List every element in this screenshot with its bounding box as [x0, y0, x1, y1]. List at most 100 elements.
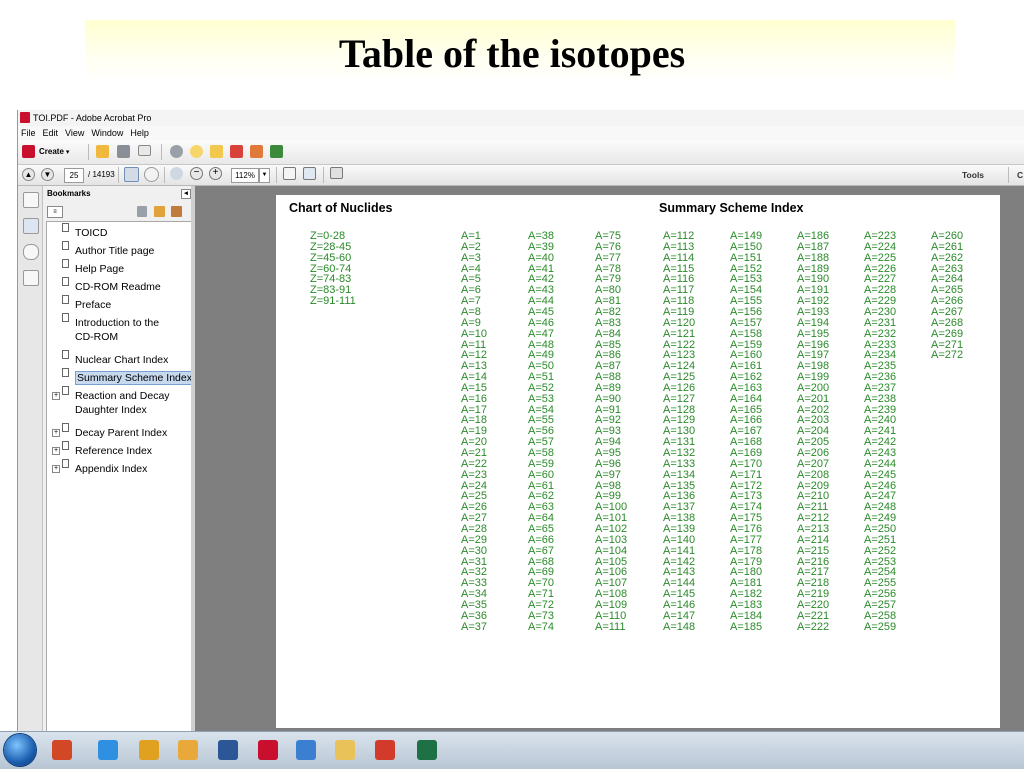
bookmark-item[interactable]: Author Title page	[62, 241, 154, 258]
cursor-arrow-icon	[124, 167, 139, 182]
z-range-link[interactable]: Z=91-111	[310, 296, 356, 307]
taskbar-app-button[interactable]	[291, 736, 321, 764]
sticky-note-button[interactable]	[210, 145, 223, 158]
mass-number-link[interactable]: A=222	[797, 621, 829, 633]
open-button[interactable]	[96, 145, 109, 158]
taskbar-app-button[interactable]	[253, 736, 283, 764]
tools-pane-button[interactable]: Tools	[962, 168, 984, 182]
acrobat-window: TOI.PDF - Adobe Acrobat Pro File Edit View…	[17, 110, 1024, 768]
speech-bubble-icon	[190, 145, 203, 158]
taskbar-app-button[interactable]	[173, 736, 203, 764]
comment-pane-button[interactable]: C	[1017, 168, 1023, 182]
fit-width-button[interactable]	[283, 167, 296, 180]
bookmark-label-continued: Daughter Index	[75, 404, 147, 416]
menu-help[interactable]: Help	[130, 128, 149, 138]
mass-number-link[interactable]: A=84	[595, 328, 621, 340]
trash-icon[interactable]	[137, 206, 147, 217]
fit-width-icon	[283, 167, 296, 180]
zoom-marquee-button[interactable]	[170, 167, 183, 180]
export-button[interactable]	[250, 145, 263, 158]
bookmark-label: Reference Index	[75, 445, 153, 457]
bookmark-item[interactable]: CD-ROM Readme	[62, 277, 161, 294]
mass-number-link[interactable]: A=272	[931, 350, 963, 361]
bookmark-item[interactable]: Help Page	[62, 259, 124, 276]
chart-of-nuclides-heading: Chart of Nuclides	[289, 201, 393, 215]
bookmark-item[interactable]: + Appendix Index	[52, 459, 147, 476]
mass-number-link[interactable]: A=148	[663, 621, 695, 633]
pdf-action-button[interactable]	[230, 145, 243, 158]
bookmark-item[interactable]: Nuclear Chart Index	[62, 350, 168, 367]
mass-number-link[interactable]: A=252	[864, 545, 896, 557]
print-button[interactable]	[117, 145, 130, 158]
new-bookmark-icon[interactable]	[154, 206, 165, 217]
mass-number-link[interactable]: A=30	[461, 545, 487, 557]
page-number-input[interactable]: 25	[64, 168, 84, 183]
mass-number-link[interactable]: A=104	[595, 545, 627, 557]
expand-plus-icon[interactable]: +	[52, 429, 60, 437]
email-button[interactable]	[138, 145, 151, 156]
mass-number-link[interactable]: A=121	[663, 328, 695, 340]
expand-plus-icon[interactable]: +	[52, 447, 60, 455]
mass-number-link[interactable]: A=259	[864, 621, 896, 633]
zoom-dropdown[interactable]: ▼	[259, 168, 270, 183]
bookmark-item[interactable]: Summary Scheme Index	[62, 368, 194, 385]
mass-number-link[interactable]: A=195	[797, 328, 829, 340]
document-viewer[interactable]: Chart of Nuclides Summary Scheme Index Z…	[195, 186, 1024, 768]
mass-number-link[interactable]: A=185	[730, 621, 762, 633]
fit-page-button[interactable]	[303, 167, 316, 180]
bookmark-item[interactable]: + Decay Parent Index	[52, 423, 167, 440]
read-mode-button[interactable]	[330, 167, 343, 179]
settings-button[interactable]	[170, 145, 183, 158]
next-page-button[interactable]: ▼	[41, 168, 54, 181]
page-thumbnails-icon[interactable]	[23, 192, 39, 208]
mass-number-link[interactable]: A=37	[461, 621, 487, 633]
bookmarks-icon[interactable]	[23, 218, 39, 234]
bookmark-page-icon	[62, 441, 69, 450]
previous-page-button[interactable]: ▲	[22, 168, 35, 181]
taskbar-app-button[interactable]	[134, 736, 164, 764]
bookmark-item[interactable]: + Reference Index	[52, 441, 153, 458]
bookmark-item[interactable]: Introduction to the CD-ROM	[62, 313, 159, 344]
windows-start-icon[interactable]	[4, 734, 36, 766]
create-button[interactable]: Create ▾	[22, 145, 69, 158]
share-button[interactable]	[270, 145, 283, 158]
taskbar-app-button[interactable]	[412, 736, 442, 764]
menu-edit[interactable]: Edit	[43, 128, 59, 138]
taskbar-app-button[interactable]	[370, 736, 400, 764]
hand-tool-button[interactable]	[144, 167, 159, 182]
mass-number-link[interactable]: A=10	[461, 328, 487, 340]
mass-number-link[interactable]: A=111	[595, 621, 625, 633]
taskbar-app-button[interactable]	[213, 736, 243, 764]
bookmark-item[interactable]: Preface	[62, 295, 111, 312]
mass-number-link[interactable]: A=215	[797, 545, 829, 557]
expand-plus-icon[interactable]: +	[52, 392, 60, 400]
bookmark-item[interactable]: + Reaction and Decay Daughter Index	[52, 386, 170, 417]
menu-view[interactable]: View	[65, 128, 84, 138]
menu-file[interactable]: File	[21, 128, 36, 138]
options-menu-icon[interactable]: ≡	[47, 206, 63, 218]
taskbar-app-button[interactable]	[47, 736, 77, 764]
taskbar-app-button[interactable]	[330, 736, 360, 764]
signatures-icon[interactable]	[23, 270, 39, 286]
mass-number-link[interactable]: A=158	[730, 328, 762, 340]
menu-window[interactable]: Window	[91, 128, 123, 138]
mass-number-link[interactable]: A=74	[528, 621, 554, 633]
bookmark-item[interactable]: TOICD	[62, 223, 107, 240]
collapse-panel-icon[interactable]: ◂	[181, 189, 191, 199]
mass-number-link[interactable]: A=67	[528, 545, 554, 557]
mass-number-link[interactable]: A=269	[931, 328, 963, 340]
zoom-out-button[interactable]: −	[190, 167, 203, 180]
mass-number-link[interactable]: A=47	[528, 328, 554, 340]
bookmark-tag-icon[interactable]	[171, 206, 182, 217]
taskbar-app-button[interactable]	[93, 736, 123, 764]
attachments-paperclip-icon[interactable]	[23, 244, 39, 260]
bookmark-page-icon	[62, 423, 69, 432]
mass-number-link[interactable]: A=141	[663, 545, 695, 557]
mass-number-link[interactable]: A=178	[730, 545, 762, 557]
select-tool-button[interactable]	[124, 167, 139, 182]
expand-plus-icon[interactable]: +	[52, 465, 60, 473]
zoom-in-button[interactable]: +	[209, 167, 222, 180]
mass-number-link[interactable]: A=232	[864, 328, 896, 340]
comment-button[interactable]	[190, 145, 203, 158]
zoom-level-input[interactable]: 112%	[231, 168, 259, 183]
